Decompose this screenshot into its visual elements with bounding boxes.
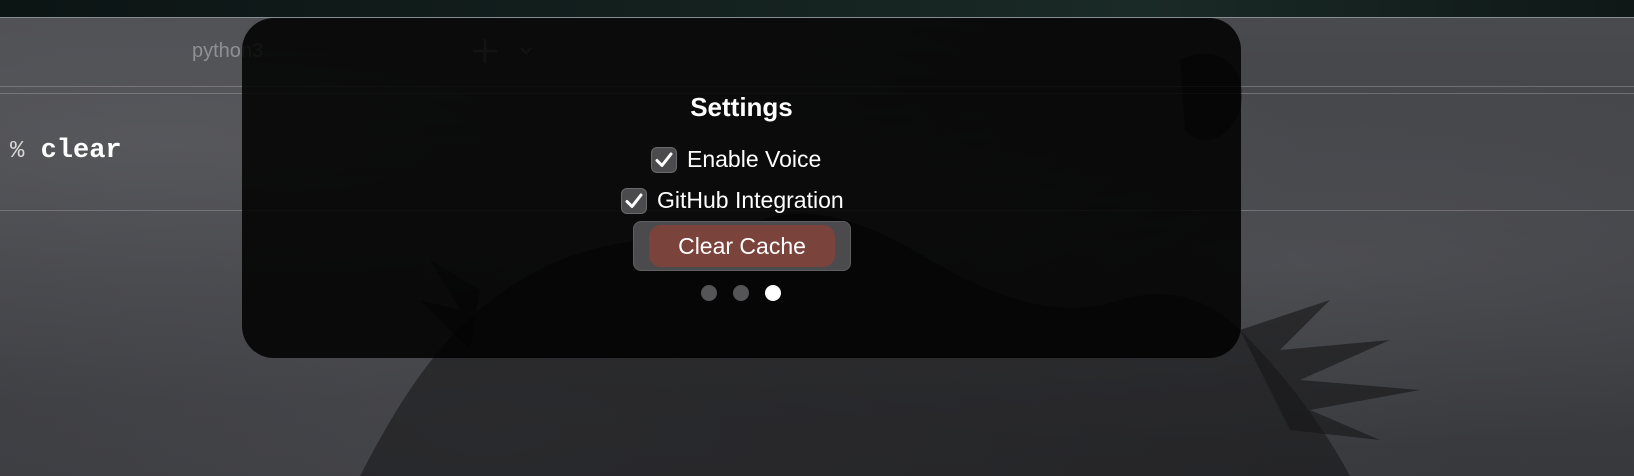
clear-cache-button-frame: Clear Cache	[633, 221, 851, 271]
prompt-symbol: %	[10, 138, 25, 165]
screen: python3 % clear Settings Enable Voice Gi…	[0, 0, 1634, 476]
terminal-prompt-line: % clear	[10, 136, 122, 166]
terminal-command: clear	[40, 136, 122, 166]
settings-title: Settings	[690, 92, 793, 122]
enable-voice-checkbox[interactable]	[651, 146, 677, 173]
page-dot-2[interactable]	[733, 285, 749, 301]
page-dot-3[interactable]	[765, 285, 781, 301]
github-integration-option[interactable]: GitHub Integration	[621, 187, 844, 214]
clear-cache-button[interactable]: Clear Cache	[649, 225, 835, 267]
checkmark-icon	[655, 152, 673, 167]
checkmark-icon	[625, 193, 643, 208]
enable-voice-option[interactable]: Enable Voice	[651, 146, 821, 173]
github-integration-checkbox[interactable]	[621, 187, 647, 214]
page-dot-1[interactable]	[701, 285, 717, 301]
enable-voice-label: Enable Voice	[687, 146, 822, 172]
page-indicator	[701, 285, 781, 301]
github-integration-label: GitHub Integration	[657, 187, 844, 213]
settings-panel: Settings Enable Voice GitHub Integration…	[242, 18, 1241, 358]
